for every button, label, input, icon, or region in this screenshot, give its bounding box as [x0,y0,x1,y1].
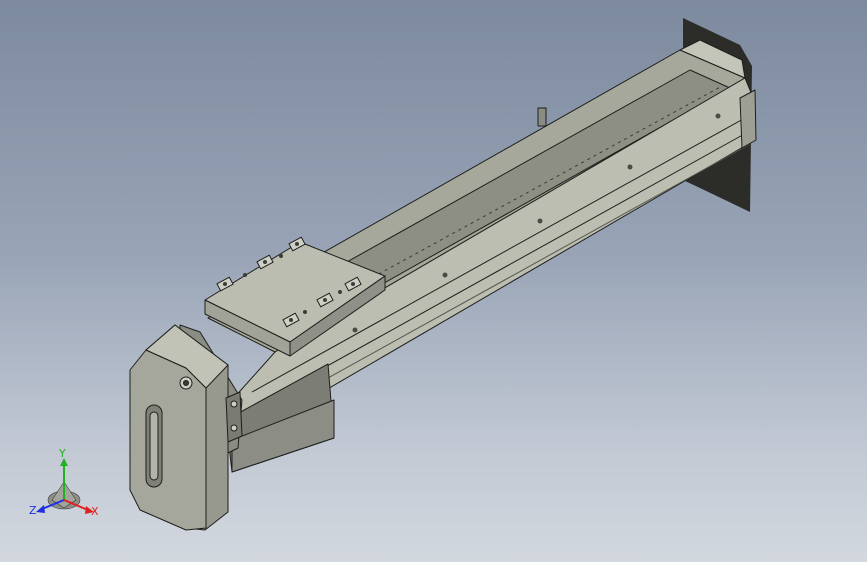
end-cap-front[interactable] [739,89,757,149]
triad-y-label: Y [59,447,66,460]
sensor-post[interactable] [537,107,547,127]
rail-end-bracket [225,391,243,443]
triad-x-label: X [91,505,99,518]
orientation-triad[interactable]: Y Z X [22,446,108,526]
triad-z-label: Z [29,504,37,517]
graphics-viewport[interactable]: Y Z X [0,0,867,562]
3d-model-view[interactable] [0,0,867,562]
